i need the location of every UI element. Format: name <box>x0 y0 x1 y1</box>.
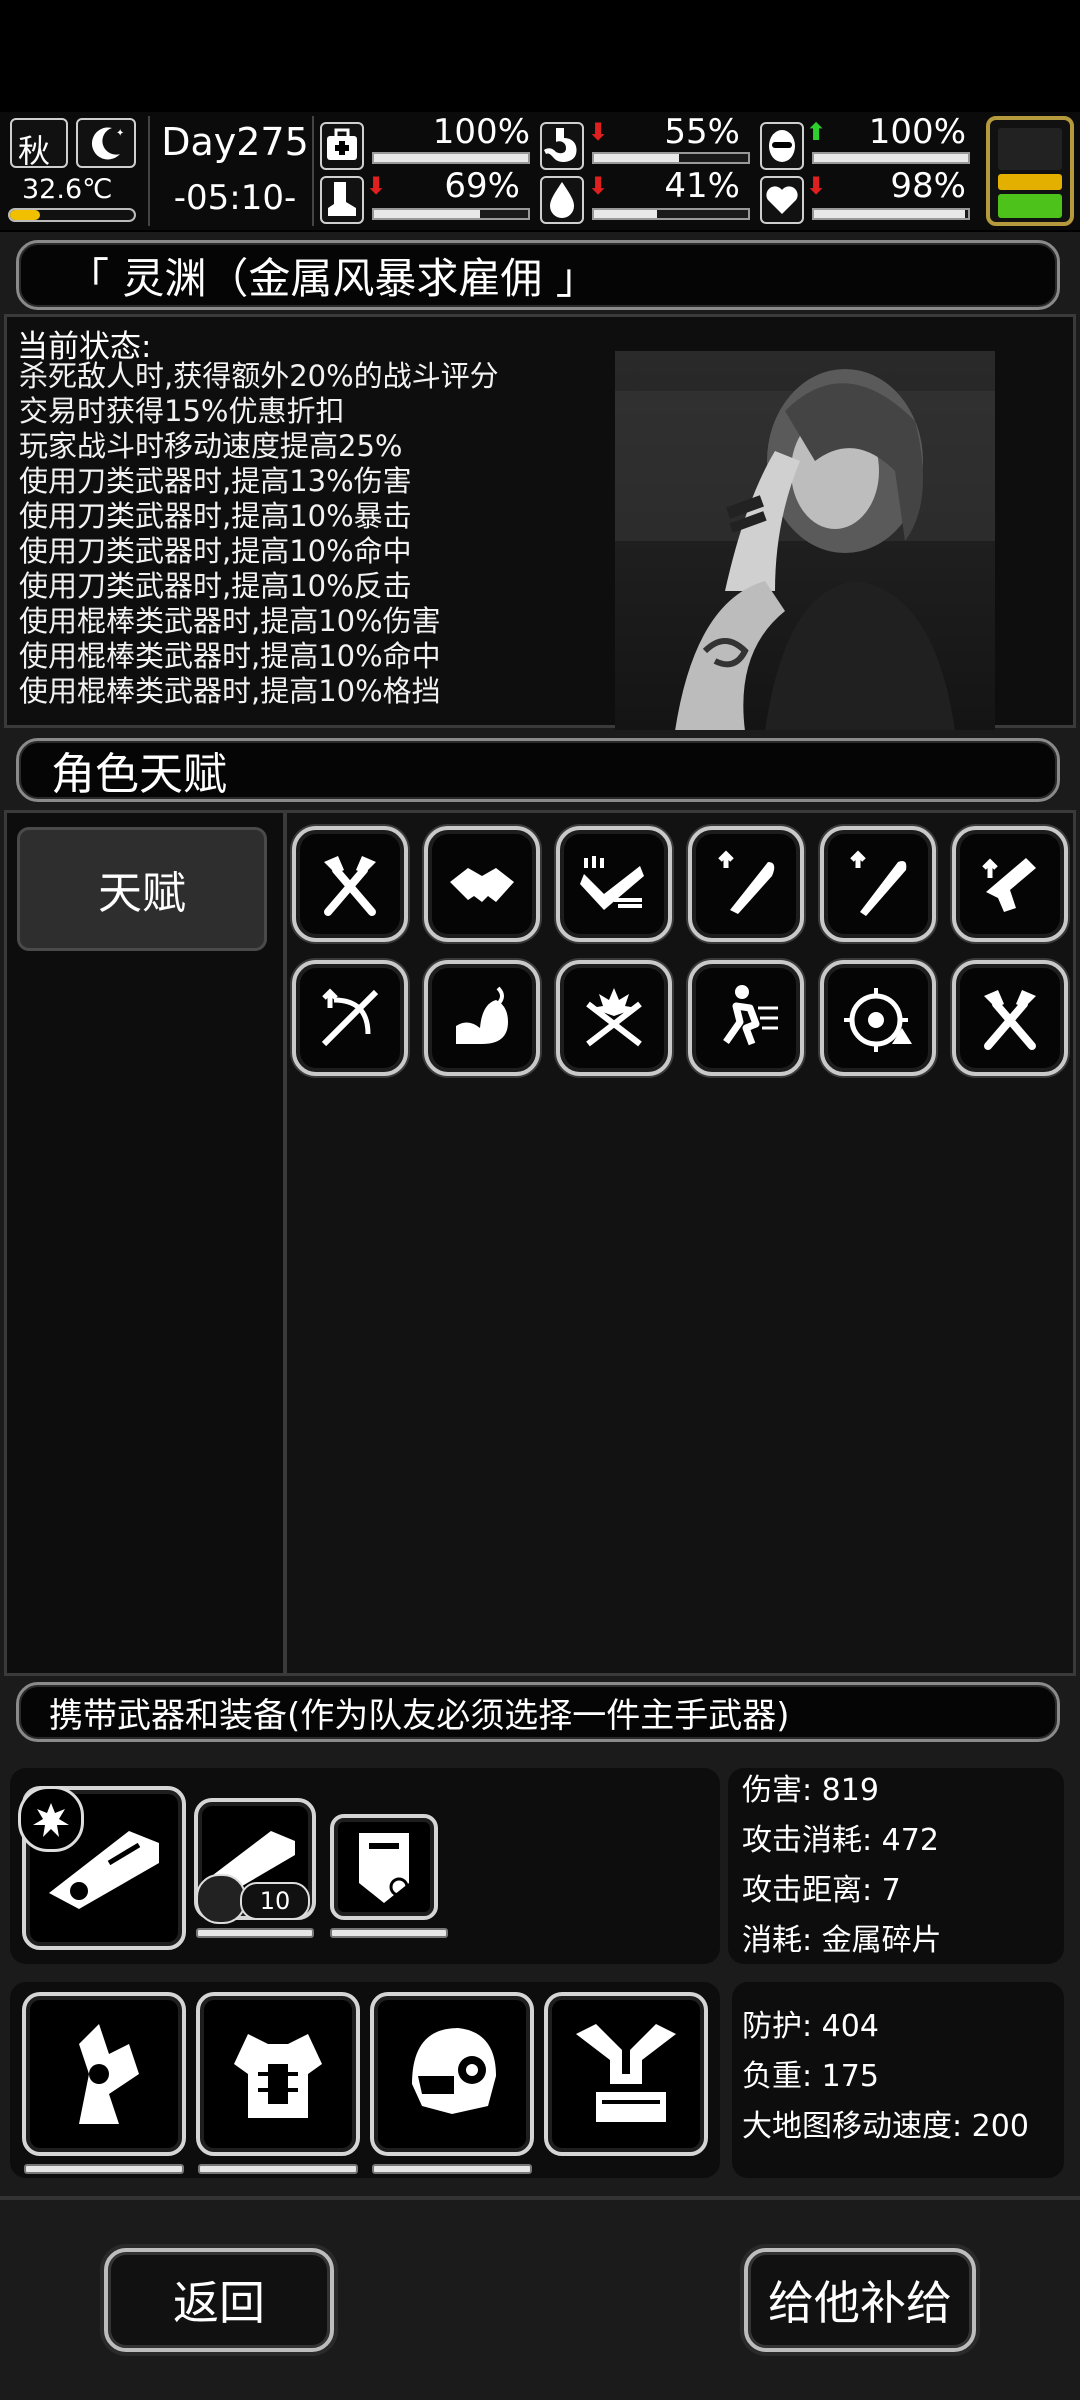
talent-tab-column: 天赋 <box>7 813 287 1673</box>
target-up-icon[interactable] <box>820 960 936 1076</box>
stomach-icon <box>540 122 584 170</box>
sanity-value: 100% <box>868 112 966 152</box>
water-drop-icon <box>540 176 584 224</box>
talents-panel: 角色天赋 天赋 <box>0 730 1080 1676</box>
divider <box>148 116 150 226</box>
explosion-icon <box>18 1786 84 1852</box>
handshake-icon[interactable] <box>424 826 540 942</box>
equipment-title: 携带武器和装备(作为队友必须选择一件主手武器) <box>49 1695 790 1736</box>
status-effect: 使用刀类武器时,提高10%暴击 <box>19 499 412 533</box>
thirst-value: 41% <box>664 166 740 206</box>
status-effect: 使用棍棒类武器时,提高10%伤害 <box>19 604 441 638</box>
crossed-axes-icon[interactable] <box>292 826 408 942</box>
battery-indicator <box>986 116 1074 226</box>
durability-bar <box>198 2164 358 2174</box>
armor-stats-box: 防护: 404 负重: 175 大地图移动速度: 200 <box>732 1982 1064 2178</box>
give-supply-button[interactable]: 给他补给 <box>744 2248 976 2352</box>
talents-title: 角色天赋 <box>51 749 227 800</box>
durability-bar <box>372 2164 532 2174</box>
stamina-value: 69% <box>444 166 520 206</box>
character-portrait <box>615 351 995 731</box>
back-button[interactable]: 返回 <box>104 2248 334 2352</box>
hunger-bar <box>592 152 750 164</box>
equipment-panel: 携带武器和装备(作为队友必须选择一件主手武器) 10 伤害: 819 攻击消耗:… <box>0 1676 1080 2400</box>
hunger-value: 55% <box>664 112 740 152</box>
status-effect: 使用刀类武器时,提高10%反击 <box>19 569 412 603</box>
thirst-bar <box>592 208 750 220</box>
gun-up-icon[interactable] <box>952 826 1068 942</box>
damage-stat: 伤害: 819 <box>742 1773 879 1808</box>
character-name: 「 灵渊（金属风暴求雇佣 」 <box>67 253 598 303</box>
temperature-gauge <box>8 208 136 222</box>
body-armor-slot[interactable] <box>196 1992 360 2156</box>
mood-value: 98% <box>890 166 966 206</box>
attack-range-stat: 攻击距离: 7 <box>742 1873 901 1908</box>
status-effects-list: 杀死敌人时,获得额外20%的战斗评分 交易时获得15%优惠折扣 玩家战斗时移动速… <box>19 359 499 709</box>
dash-strike-icon[interactable] <box>556 826 672 942</box>
character-panel: 「 灵渊（金属风暴求雇佣 」 当前状态: 杀死敌人时,获得额外20%的战斗评分 <box>0 232 1080 731</box>
status-effect: 使用棍棒类武器时,提高10%格挡 <box>19 674 441 708</box>
character-name-bar: 「 灵渊（金属风暴求雇佣 」 <box>16 240 1060 310</box>
stamina-bar <box>372 208 530 220</box>
season-label: 秋 <box>18 132 51 170</box>
heart-icon <box>760 176 804 224</box>
health-bar <box>372 152 530 164</box>
boot-icon <box>320 176 364 224</box>
talents-title-bar: 角色天赋 <box>16 738 1060 802</box>
crossbow-up-icon[interactable] <box>292 960 408 1076</box>
attack-cost-stat: 攻击消耗: 472 <box>742 1823 939 1858</box>
bat-up-icon[interactable] <box>820 826 936 942</box>
helmet-slot[interactable] <box>370 1992 534 2156</box>
running-man-icon[interactable] <box>688 960 804 1076</box>
backpack-slot[interactable] <box>544 1992 708 2156</box>
load-stat: 负重: 175 <box>742 2059 879 2094</box>
map-speed-stat: 大地图移动速度: 200 <box>742 2109 1029 2144</box>
status-effect: 使用刀类武器时,提高13%伤害 <box>19 464 412 498</box>
day-label: Day275 <box>161 120 309 164</box>
durability-bar <box>24 2164 184 2174</box>
protection-stat: 防护: 404 <box>742 2009 879 2044</box>
machete-up-icon[interactable] <box>688 826 804 942</box>
status-effect: 使用棍棒类武器时,提高10%命中 <box>19 639 441 673</box>
accessory-slot[interactable] <box>22 1992 186 2156</box>
equipment-title-bar: 携带武器和装备(作为队友必须选择一件主手武器) <box>16 1682 1060 1742</box>
divider <box>0 2196 1080 2200</box>
weapon-stats-box: 伤害: 819 攻击消耗: 472 攻击距离: 7 消耗: 金属碎片 <box>728 1768 1064 1964</box>
medkit-icon <box>320 122 364 170</box>
divider <box>312 116 314 226</box>
sanity-bar <box>812 152 970 164</box>
svg-text:✦: ✦ <box>116 128 124 139</box>
durability-bar <box>196 1928 314 1938</box>
status-hud: 秋 ✦ 32.6℃ Day275 -05:10- 100% ⬇ 55% ⬆ 10… <box>0 112 1080 230</box>
status-effect: 交易时获得15%优惠折扣 <box>19 394 345 428</box>
shield-slot[interactable] <box>330 1814 438 1920</box>
time-label: -05:10- <box>173 178 297 218</box>
mask-icon <box>760 122 804 170</box>
ammo-type-stat: 消耗: 金属碎片 <box>742 1923 942 1958</box>
season-badge: 秋 <box>10 118 68 170</box>
crossed-blades-burst-icon[interactable] <box>556 960 672 1076</box>
moon-icon: ✦ <box>76 118 136 168</box>
flexed-arm-icon[interactable] <box>424 960 540 1076</box>
mood-bar <box>812 208 970 220</box>
tab-talent[interactable]: 天赋 <box>17 827 267 951</box>
crossed-axes-icon[interactable] <box>952 960 1068 1076</box>
status-frame: 当前状态: 杀死敌人时,获得额外20%的战斗评分 交易时获得15%优惠折扣 玩家… <box>4 314 1076 731</box>
status-effect: 玩家战斗时移动速度提高25% <box>19 429 403 463</box>
status-effect: 使用刀类武器时,提高10%命中 <box>19 534 412 568</box>
status-effect: 杀死敌人时,获得额外20%的战斗评分 <box>19 359 499 393</box>
temperature-label: 32.6℃ <box>22 174 113 205</box>
ammo-count: 10 <box>240 1882 310 1920</box>
health-value: 100% <box>432 112 530 152</box>
ammo-icon <box>196 1874 246 1924</box>
durability-bar <box>330 1928 448 1938</box>
